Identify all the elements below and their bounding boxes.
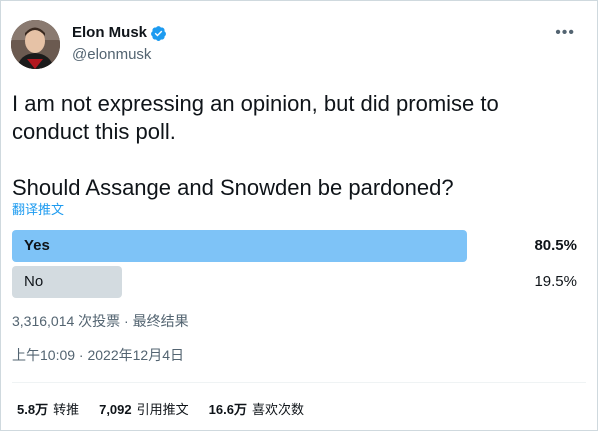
retweets-stat[interactable]: 5.8万 转推 (17, 402, 79, 418)
poll-option-label: No (24, 273, 44, 290)
retweets-label: 转推 (53, 402, 80, 417)
poll-option-percent: 80.5% (534, 237, 577, 254)
poll-option-no[interactable]: No 19.5% (12, 266, 587, 298)
likes-count: 16.6万 (208, 402, 247, 417)
tweet-card: Elon Musk @elonmusk ••• I am not express… (0, 0, 598, 431)
poll-meta: 3,316,014 次投票 · 最终结果 (12, 313, 189, 329)
divider (12, 382, 586, 383)
likes-stat[interactable]: 16.6万 喜欢次数 (209, 402, 304, 418)
poll-option-yes[interactable]: Yes 80.5% (12, 230, 587, 262)
tweet-text: I am not expressing an opinion, but did … (12, 91, 499, 200)
poll-bar-yes (12, 230, 467, 262)
quotes-label: 引用推文 (136, 402, 189, 417)
quotes-stat[interactable]: 7,092 引用推文 (99, 402, 189, 418)
translate-tweet-link[interactable]: 翻译推文 (12, 202, 64, 218)
author-display-name[interactable]: Elon Musk (72, 24, 147, 42)
avatar-image (11, 20, 60, 69)
quotes-count: 7,092 (99, 402, 132, 417)
retweets-count: 5.8万 (17, 402, 49, 417)
poll-option-percent: 19.5% (534, 273, 577, 290)
poll-option-label: Yes (24, 237, 50, 254)
avatar[interactable] (11, 20, 60, 69)
author-block: Elon Musk @elonmusk (72, 24, 167, 64)
likes-label: 喜欢次数 (251, 402, 304, 417)
tweet-stats: 5.8万 转推 7,092 引用推文 16.6万 喜欢次数 (17, 402, 304, 418)
verified-badge-icon (151, 25, 166, 41)
tweet-timestamp[interactable]: 上午10:09 · 2022年12月4日 (12, 346, 184, 364)
author-name-row: Elon Musk (72, 24, 167, 42)
more-icon[interactable]: ••• (555, 25, 575, 41)
author-handle[interactable]: @elonmusk (72, 46, 167, 64)
